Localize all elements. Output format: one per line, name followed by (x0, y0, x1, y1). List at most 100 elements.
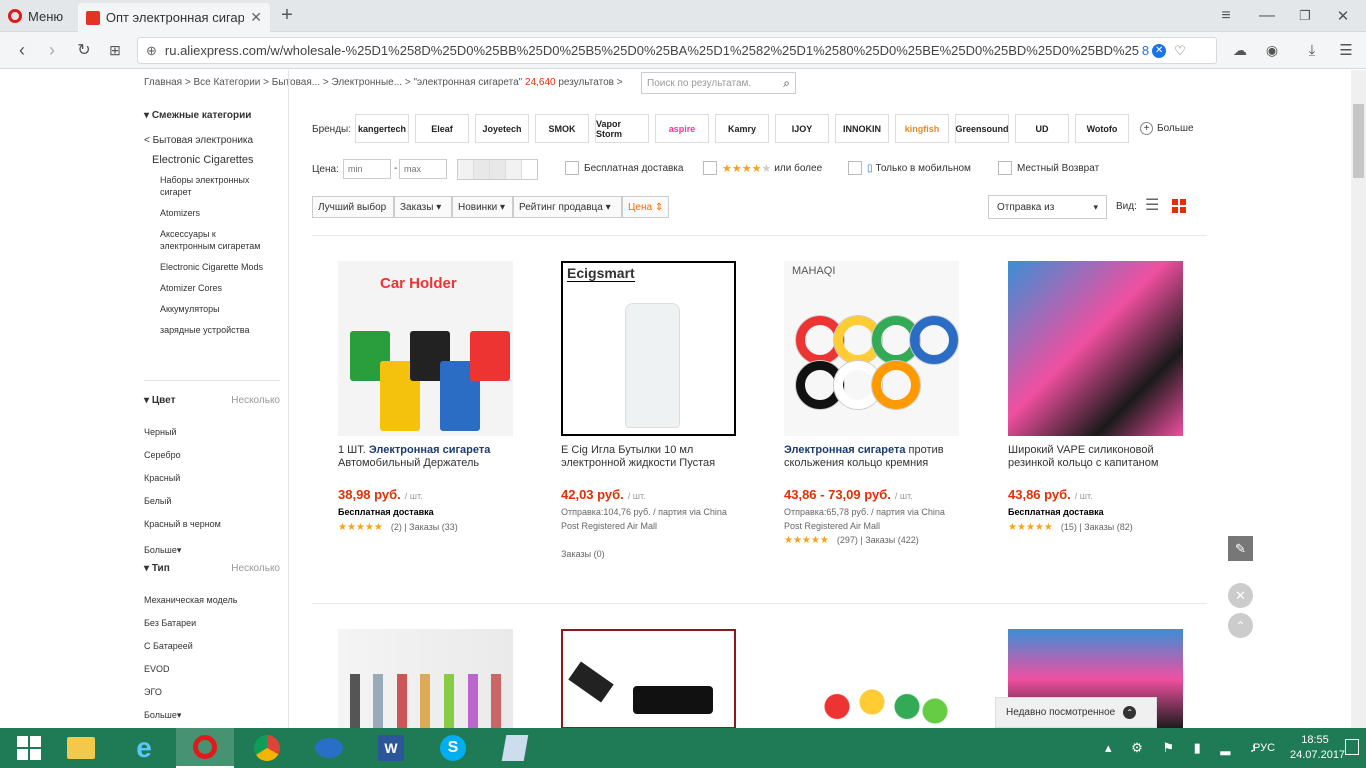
restore-icon[interactable]: ❐ (1294, 5, 1316, 27)
brand-kingfish[interactable]: kingfish (895, 114, 949, 143)
product-image[interactable]: Ecigsmart (561, 261, 736, 436)
search-within-input[interactable]: Поиск по результатам. ⌕ (641, 72, 796, 94)
notes-app-icon[interactable] (486, 728, 544, 768)
review-count[interactable]: (2) (391, 522, 402, 532)
close-tab-icon[interactable]: ✕ (250, 9, 262, 26)
url-field[interactable]: ⊕ ru.aliexpress.com/w/wholesale-%25D1%25… (137, 37, 1217, 64)
file-explorer-icon[interactable] (52, 728, 110, 768)
skype-icon[interactable]: S (424, 728, 482, 768)
type-option[interactable]: Без Батареи (144, 612, 237, 635)
free-shipping-checkbox[interactable] (565, 161, 579, 175)
free-shipping-filter[interactable]: Бесплатная доставка (565, 161, 683, 175)
close-circle-button[interactable]: ✕ (1228, 583, 1253, 608)
tab-menu-icon[interactable]: ≡ (1215, 5, 1237, 27)
mobile-only-filter[interactable]: ▯ Только в мобильном (848, 161, 971, 175)
product-image-balls[interactable] (784, 629, 959, 728)
sort-orders[interactable]: Заказы ▾ (394, 196, 452, 218)
brands-more-button[interactable]: + Больше (1140, 122, 1194, 135)
speed-dial-icon[interactable]: ⊞ (105, 40, 125, 60)
brand-ijoy[interactable]: IJOY (775, 114, 829, 143)
grid-view-icon[interactable] (1172, 199, 1186, 213)
local-return-checkbox[interactable] (998, 161, 1012, 175)
product-image-pens[interactable] (338, 629, 513, 728)
list-view-icon[interactable]: ☰ (1145, 198, 1159, 214)
word-icon[interactable]: W (362, 728, 420, 768)
product-image[interactable] (1008, 261, 1183, 436)
opera-taskbar-icon[interactable] (176, 728, 234, 768)
breadcrumb-path[interactable]: Главная > Все Категории > Бытовая... > Э… (144, 77, 411, 88)
color-option[interactable]: Белый (144, 490, 221, 513)
notification-icon[interactable] (1345, 739, 1359, 755)
order-count[interactable]: Заказы (82) (1084, 522, 1133, 532)
type-option[interactable]: EVOD (144, 658, 237, 681)
brand-aspire[interactable]: aspire (655, 114, 709, 143)
vpn-icon[interactable]: ☁ (1230, 40, 1250, 60)
subcat-link[interactable]: Atomizers (160, 207, 270, 219)
location-icon[interactable]: ◉ (1262, 40, 1282, 60)
histogram-bar[interactable] (522, 160, 537, 179)
sort-price[interactable]: Цена ⇕ (622, 196, 669, 218)
product-title-link[interactable]: E Cig Игла Бутылки 10 мл электронной жид… (561, 444, 741, 472)
order-count[interactable]: Заказы (0) (561, 549, 605, 559)
tray-icons[interactable]: ▴ ⚙ ⚑ ▮ ▂ ♪ (1105, 740, 1265, 756)
histogram-bar[interactable] (458, 160, 474, 179)
histogram-bar[interactable] (506, 160, 522, 179)
subcat-link[interactable]: зарядные устройства (160, 324, 270, 336)
language-indicator[interactable]: РУС (1253, 742, 1275, 754)
chrome-icon[interactable] (238, 728, 296, 768)
product-image-charger[interactable] (561, 629, 736, 728)
vertical-scrollbar[interactable] (1351, 70, 1366, 728)
related-categories-title[interactable]: ▾ Смежные категории (144, 110, 284, 121)
parent-category-link[interactable]: < Бытовая электроника (144, 135, 284, 146)
product-image[interactable]: Car Holder (338, 261, 513, 436)
adblock-icon[interactable]: ✕ (1152, 43, 1167, 58)
rating-filter[interactable]: ★★★★★ или более (703, 161, 822, 175)
reload-icon[interactable]: ↻ (74, 40, 94, 60)
opera-menu-button[interactable]: Меню (0, 0, 76, 32)
brand-eleaf[interactable]: Eleaf (415, 114, 469, 143)
brand-ud[interactable]: UD (1015, 114, 1069, 143)
clock[interactable]: 18:55 24.07.2017 (1290, 733, 1345, 763)
new-tab-icon[interactable]: + (276, 4, 298, 26)
histogram-bar[interactable] (474, 160, 490, 179)
type-option[interactable]: ЭГО (144, 681, 237, 704)
scroll-thumb[interactable] (1353, 104, 1364, 178)
scroll-top-button[interactable]: ⌃ (1228, 613, 1253, 638)
brand-wotofo[interactable]: Wotofo (1075, 114, 1129, 143)
type-option[interactable]: С Батареей (144, 635, 237, 658)
type-option[interactable]: Механическая модель (144, 589, 237, 612)
back-icon[interactable]: ‹ (12, 40, 32, 60)
menu-icon[interactable]: ☰ (1336, 40, 1356, 60)
start-button[interactable] (0, 728, 58, 768)
type-more-link[interactable]: Больше▾ (144, 704, 237, 727)
close-window-icon[interactable]: ✕ (1332, 5, 1354, 27)
type-filter-title[interactable]: ▾ Тип Несколько (144, 563, 280, 574)
price-max-input[interactable] (399, 159, 447, 179)
internet-explorer-icon[interactable]: e (115, 728, 173, 768)
review-count[interactable]: (15) (1061, 522, 1077, 532)
brand-joyetech[interactable]: Joyetech (475, 114, 529, 143)
download-icon[interactable]: ⤓ (1302, 40, 1322, 60)
brand-vapor-storm[interactable]: Vapor Storm (595, 114, 649, 143)
rating-checkbox[interactable] (703, 161, 717, 175)
order-count[interactable]: Заказы (33) (409, 522, 458, 532)
price-min-input[interactable] (343, 159, 391, 179)
histogram-bar[interactable] (490, 160, 506, 179)
subcat-link[interactable]: Аккумуляторы (160, 303, 270, 315)
brand-innokin[interactable]: INNOKIN (835, 114, 889, 143)
sort-seller-rating[interactable]: Рейтинг продавца ▾ (513, 196, 622, 218)
product-title-link[interactable]: Широкий VAPE силиконовой резинкой кольцо… (1008, 444, 1188, 472)
mobile-only-checkbox[interactable] (848, 161, 862, 175)
price-histogram[interactable] (457, 159, 538, 180)
bookmark-heart-icon[interactable]: ♡ (1174, 43, 1186, 59)
color-option[interactable]: Красный (144, 467, 221, 490)
color-option[interactable]: Красный в черном (144, 513, 221, 536)
tab-active[interactable]: Опт электронная сигарет ✕ (78, 3, 270, 32)
recently-viewed-bar[interactable]: Недавно посмотренное ⌃ (995, 697, 1157, 728)
edit-pencil-button[interactable]: ✎ (1228, 536, 1253, 561)
subcat-link[interactable]: Atomizer Cores (160, 282, 270, 294)
product-image[interactable]: MAHAQI (784, 261, 959, 436)
ship-from-select[interactable]: Отправка из ▾ (988, 195, 1107, 219)
color-option[interactable]: Черный (144, 421, 221, 444)
color-filter-title[interactable]: ▾ Цвет Несколько (144, 395, 280, 406)
